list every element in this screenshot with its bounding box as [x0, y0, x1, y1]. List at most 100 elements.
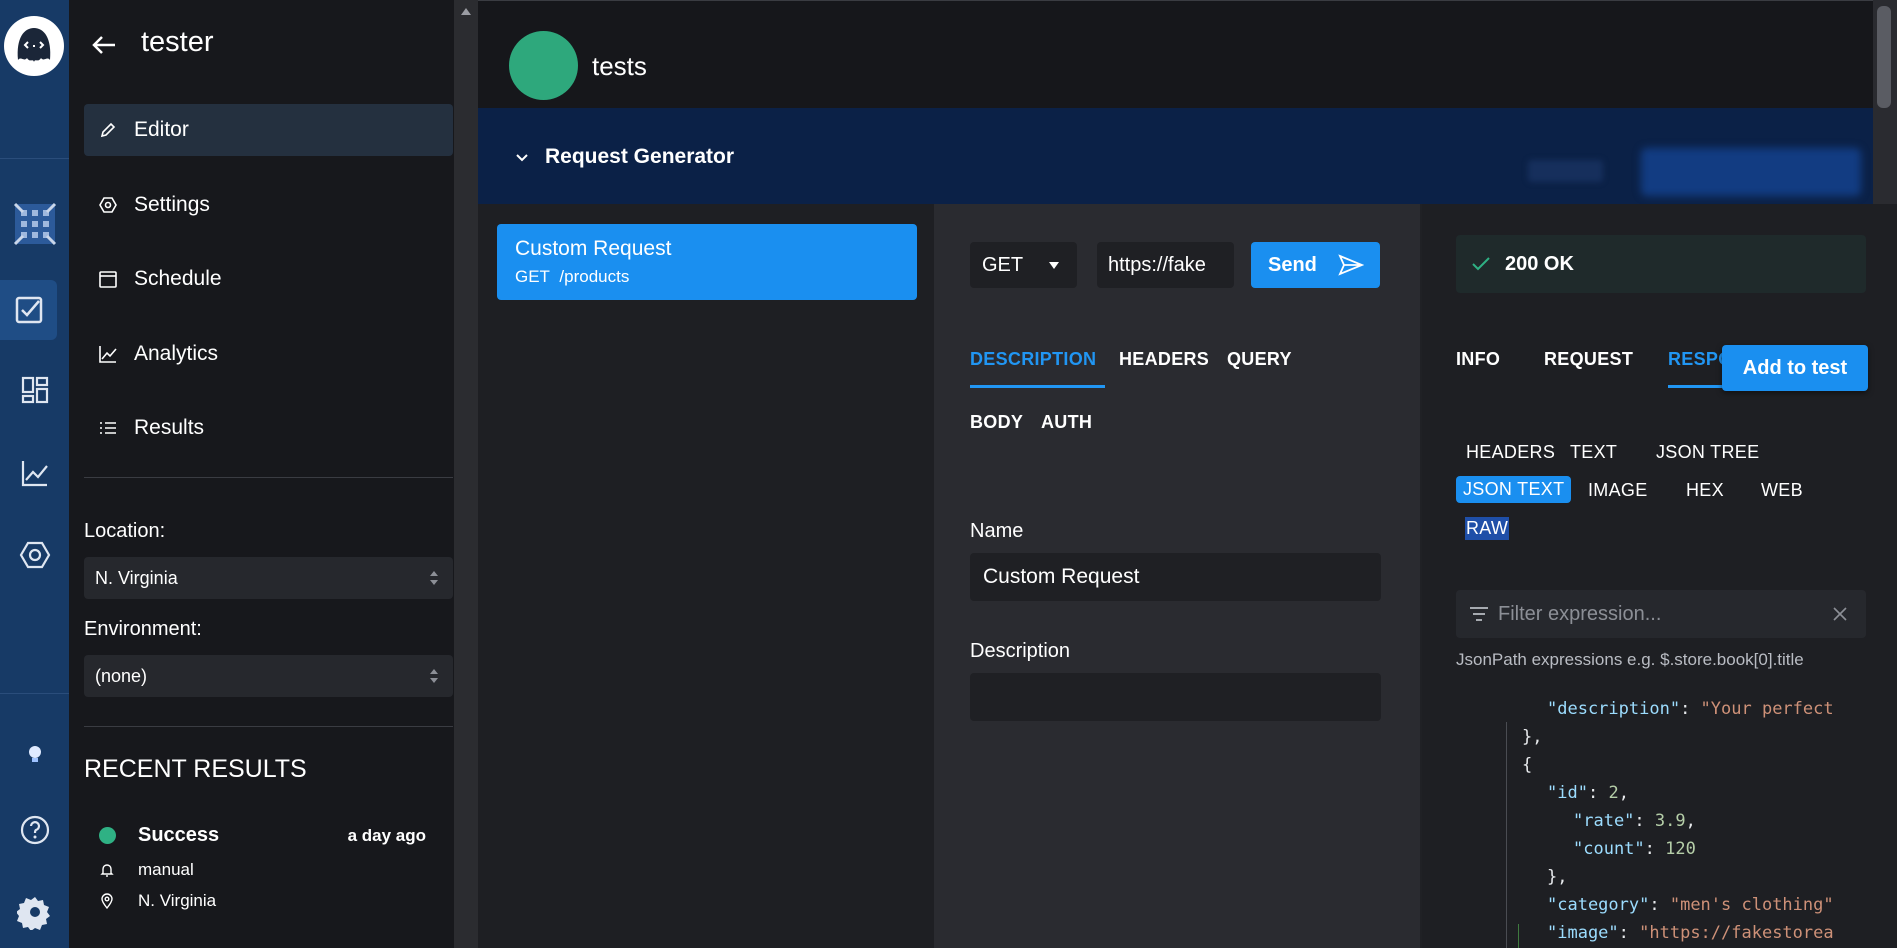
method-value: GET — [982, 253, 1024, 276]
tab-body[interactable]: BODY — [970, 412, 1023, 433]
nav-item-label: Schedule — [134, 267, 222, 290]
active-tab-indicator — [1668, 385, 1728, 388]
nav-item-settings[interactable]: Settings — [84, 179, 453, 231]
icon-rail — [0, 0, 69, 948]
blurred-button — [1641, 148, 1861, 196]
filter-input[interactable]: Filter expression... — [1456, 590, 1866, 638]
active-tab-indicator — [970, 385, 1105, 388]
recent-result-trigger: manual — [99, 860, 194, 880]
pencil-icon — [97, 119, 119, 141]
environment-select[interactable]: (none) — [84, 655, 453, 697]
location-label: Location: — [84, 520, 166, 542]
recent-results-title: RECENT RESULTS — [84, 755, 307, 783]
caret-down-icon — [1049, 262, 1059, 269]
dashboard-icon[interactable] — [0, 360, 69, 420]
chart-icon[interactable] — [0, 443, 69, 503]
help-icon[interactable] — [0, 800, 69, 860]
subtab-json-tree[interactable]: JSON TREE — [1656, 442, 1759, 463]
json-line: "id": 2, — [1547, 783, 1629, 803]
top-bar: tests — [478, 0, 1897, 108]
scroll-thumb[interactable] — [1877, 6, 1891, 108]
json-line: }, — [1547, 867, 1568, 887]
json-line: "count": 120 — [1573, 839, 1696, 859]
name-input[interactable]: Custom Request — [970, 553, 1381, 601]
main-scrollbar[interactable] — [1873, 0, 1897, 204]
nav-item-results[interactable]: Results — [84, 402, 453, 454]
indent-guide — [1506, 722, 1507, 948]
recent-result-location: N. Virginia — [99, 891, 216, 911]
request-route: GET /products — [515, 267, 630, 286]
settings-icon — [97, 194, 119, 216]
response-status: 200 OK — [1456, 235, 1866, 293]
subtab-text[interactable]: TEXT — [1570, 442, 1617, 463]
request-generator-title: Request Generator — [545, 145, 735, 168]
tab-auth[interactable]: AUTH — [1041, 412, 1092, 433]
clear-icon[interactable] — [1832, 606, 1848, 622]
nav-item-label: Analytics — [134, 342, 219, 365]
json-line: "description": "Your perfect — [1547, 699, 1834, 719]
checklist-icon[interactable] — [0, 280, 57, 340]
nav-item-label: Results — [134, 416, 205, 439]
json-line: { — [1522, 755, 1533, 775]
avatar — [509, 31, 578, 100]
lightbulb-icon[interactable] — [0, 724, 69, 784]
subtab-web[interactable]: WEB — [1761, 480, 1803, 501]
nav-scrollbar[interactable] — [454, 0, 478, 948]
filter-icon — [1469, 606, 1489, 622]
indent-guide — [1518, 924, 1519, 948]
scroll-up-icon[interactable] — [461, 8, 471, 15]
tab-description[interactable]: DESCRIPTION — [970, 349, 1096, 370]
subtab-raw[interactable]: RAW — [1465, 517, 1510, 540]
description-input[interactable] — [970, 673, 1381, 721]
back-arrow-icon[interactable] — [89, 30, 119, 60]
trend-icon — [97, 343, 119, 365]
main-area: tests Request Generator Custom Request G… — [478, 0, 1897, 948]
method-select[interactable]: GET — [970, 242, 1077, 288]
location-select[interactable]: N. Virginia — [84, 557, 453, 599]
name-label: Name — [970, 520, 1024, 542]
request-list: Custom Request GET /products — [478, 204, 934, 948]
subtab-json-text[interactable]: JSON TEXT — [1456, 476, 1572, 503]
nav-item-schedule[interactable]: Schedule — [84, 253, 453, 305]
environment-label: Environment: — [84, 618, 202, 640]
send-icon — [1338, 254, 1364, 276]
subtab-headers[interactable]: HEADERS — [1466, 442, 1555, 463]
location-value: N. Virginia — [95, 567, 178, 588]
nav-item-label: Settings — [134, 193, 210, 216]
nav-item-label: Editor — [134, 118, 189, 141]
nav-item-editor[interactable]: Editor — [84, 104, 453, 156]
tab-query[interactable]: QUERY — [1227, 349, 1292, 370]
recent-result-status[interactable]: Success — [138, 824, 219, 847]
subtab-image[interactable]: IMAGE — [1588, 480, 1648, 501]
request-editor: GET https://fake Send DESCRIPTION HEADER… — [934, 204, 1420, 948]
octopus-logo-icon[interactable] — [4, 16, 64, 76]
subtab-hex[interactable]: HEX — [1686, 480, 1724, 501]
filter-hint: JsonPath expressions e.g. $.store.book[0… — [1456, 650, 1804, 669]
recent-result-time: a day ago — [347, 826, 426, 845]
environment-value: (none) — [95, 665, 148, 686]
description-label: Description — [970, 640, 1071, 662]
pin-icon — [99, 893, 115, 909]
send-button[interactable]: Send — [1251, 242, 1380, 288]
updown-icon — [429, 569, 439, 587]
json-viewer: "description": "Your perfect }, { "id": … — [1422, 204, 1834, 943]
calendar-icon — [97, 268, 119, 290]
tab-headers[interactable]: HEADERS — [1119, 349, 1209, 370]
request-name: Custom Request — [515, 237, 672, 260]
chevron-down-icon[interactable] — [514, 150, 530, 166]
tab-request[interactable]: REQUEST — [1544, 349, 1633, 370]
nav-item-analytics[interactable]: Analytics — [84, 328, 453, 380]
json-line: "rate": 3.9, — [1573, 811, 1696, 831]
project-title: tester — [141, 26, 214, 58]
add-to-test-button[interactable]: Add to test — [1722, 345, 1868, 391]
grid-pattern-icon[interactable] — [0, 194, 69, 254]
json-line: "category": "men's clothing" — [1547, 895, 1834, 915]
filter-placeholder: Filter expression... — [1498, 603, 1662, 625]
url-input[interactable]: https://fake — [1097, 242, 1234, 288]
success-status-dot — [99, 827, 116, 844]
hexagon-icon[interactable] — [0, 525, 69, 585]
list-icon — [97, 417, 119, 439]
request-item[interactable]: Custom Request GET /products — [497, 224, 917, 300]
response-panel: 200 OK INFO REQUEST RESPO Add to test HE… — [1422, 204, 1897, 948]
gear-icon[interactable] — [0, 882, 69, 942]
